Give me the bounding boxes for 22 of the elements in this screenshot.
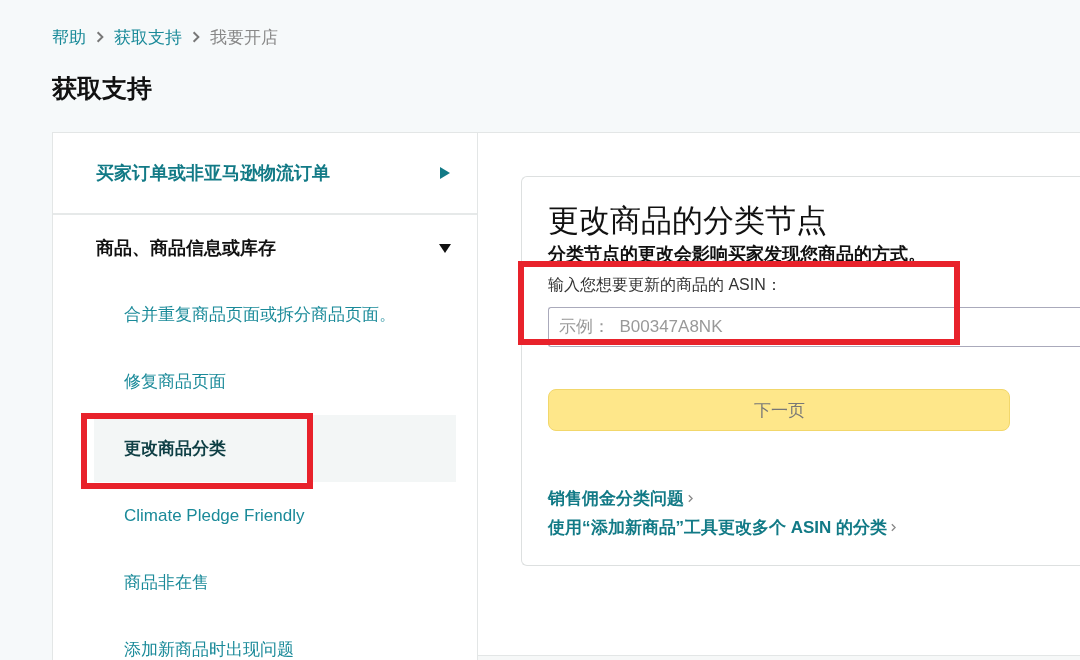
sidebar-item[interactable]: 合并重复商品页面或拆分商品页面。 — [94, 281, 456, 348]
breadcrumb-link[interactable]: 获取支持 — [114, 25, 182, 49]
chevron-right-icon — [192, 31, 200, 43]
sidebar-item[interactable]: 商品非在售 — [94, 549, 456, 616]
caret-down-icon — [439, 242, 451, 254]
field-label: 输入您想要更新的商品的 ASIN： — [548, 275, 783, 295]
help-link[interactable]: 使用“添加新商品”工具更改多个 ASIN 的分类 — [548, 516, 1080, 539]
sidebar-item[interactable]: 更改商品分类 — [94, 415, 456, 482]
sidebar-item[interactable]: 修复商品页面 — [94, 348, 456, 415]
chevron-right-icon — [96, 31, 104, 43]
form-title: 更改商品的分类节点 — [548, 203, 828, 239]
sidebar-section[interactable]: 商品、商品信息或库存 — [53, 215, 477, 281]
breadcrumb-current: 我要开店 — [210, 26, 278, 49]
sidebar-item[interactable]: 添加新商品时出现问题 — [94, 616, 456, 660]
chevron-right-icon — [688, 494, 693, 503]
sidebar-item[interactable]: Climate Pledge Friendly — [94, 482, 456, 549]
sidebar-section[interactable]: 买家订单或非亚马逊物流订单 — [53, 133, 477, 215]
breadcrumb-link[interactable]: 帮助 — [52, 25, 86, 49]
chevron-right-icon — [891, 523, 897, 532]
caret-right-icon — [439, 167, 451, 179]
help-link[interactable]: 销售佣金分类问题 — [548, 487, 1080, 510]
page-title: 获取支持 — [51, 73, 153, 104]
